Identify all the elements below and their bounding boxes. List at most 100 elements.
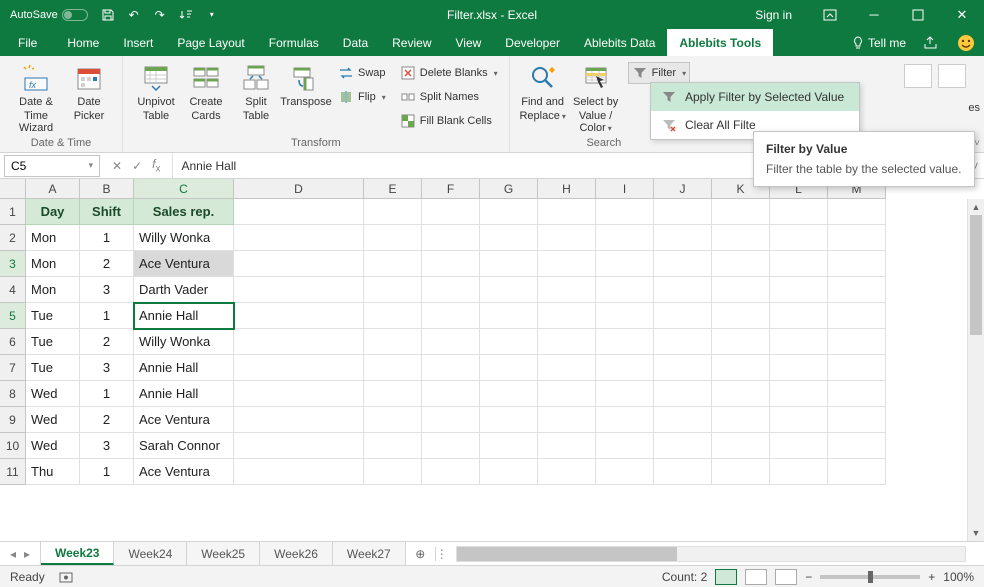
note-button-1[interactable] [904, 64, 932, 88]
cell-H4[interactable] [538, 277, 596, 303]
cell-B3[interactable]: 2 [80, 251, 134, 277]
row-header-6[interactable]: 6 [0, 329, 26, 355]
cell-I1[interactable] [596, 199, 654, 225]
cell-B10[interactable]: 3 [80, 433, 134, 459]
row-header-7[interactable]: 7 [0, 355, 26, 381]
cell-F4[interactable] [422, 277, 480, 303]
undo-icon[interactable]: ↶ [126, 7, 142, 23]
cell-A8[interactable]: Wed [26, 381, 80, 407]
row-header-10[interactable]: 10 [0, 433, 26, 459]
cell-G3[interactable] [480, 251, 538, 277]
cell-I10[interactable] [596, 433, 654, 459]
cell-K11[interactable] [712, 459, 770, 485]
cell-M9[interactable] [828, 407, 886, 433]
cell-K7[interactable] [712, 355, 770, 381]
cell-C7[interactable]: Annie Hall [134, 355, 234, 381]
cell-E2[interactable] [364, 225, 422, 251]
cell-F5[interactable] [422, 303, 480, 329]
cell-M4[interactable] [828, 277, 886, 303]
sheet-tab-week26[interactable]: Week26 [260, 542, 333, 565]
cell-B1[interactable]: Shift [80, 199, 134, 225]
cell-F8[interactable] [422, 381, 480, 407]
cell-I3[interactable] [596, 251, 654, 277]
cell-F3[interactable] [422, 251, 480, 277]
cell-M11[interactable] [828, 459, 886, 485]
zoom-slider[interactable] [820, 575, 920, 579]
sort-icon[interactable] [178, 7, 194, 23]
cell-G10[interactable] [480, 433, 538, 459]
zoom-in-button[interactable]: + [928, 570, 935, 584]
cell-A11[interactable]: Thu [26, 459, 80, 485]
col-header-J[interactable]: J [654, 179, 712, 199]
name-box[interactable]: C5 ▾ [4, 155, 100, 177]
cell-C11[interactable]: Ace Ventura [134, 459, 234, 485]
cell-J1[interactable] [654, 199, 712, 225]
add-sheet-button[interactable]: ⊕ [406, 547, 436, 561]
cell-M5[interactable] [828, 303, 886, 329]
cell-E4[interactable] [364, 277, 422, 303]
cell-J3[interactable] [654, 251, 712, 277]
cell-G6[interactable] [480, 329, 538, 355]
cell-J4[interactable] [654, 277, 712, 303]
sheet-nav[interactable]: ◂ ▸ [0, 547, 40, 561]
note-button-2[interactable] [938, 64, 966, 88]
cell-C10[interactable]: Sarah Connor [134, 433, 234, 459]
cell-F9[interactable] [422, 407, 480, 433]
scroll-up-icon[interactable]: ▲ [968, 199, 984, 215]
cell-K6[interactable] [712, 329, 770, 355]
cell-D8[interactable] [234, 381, 364, 407]
cell-F10[interactable] [422, 433, 480, 459]
cell-I11[interactable] [596, 459, 654, 485]
zoom-level[interactable]: 100% [943, 570, 974, 584]
filter-dropdown-button[interactable]: Filter ▾ [628, 62, 690, 84]
cell-D11[interactable] [234, 459, 364, 485]
create-cards-button[interactable]: Create Cards [181, 60, 231, 132]
cell-I9[interactable] [596, 407, 654, 433]
sheet-tab-week23[interactable]: Week23 [41, 542, 114, 565]
cell-E1[interactable] [364, 199, 422, 225]
cell-D4[interactable] [234, 277, 364, 303]
cell-D3[interactable] [234, 251, 364, 277]
cancel-icon[interactable]: ✕ [112, 159, 122, 173]
cell-C9[interactable]: Ace Ventura [134, 407, 234, 433]
cell-L10[interactable] [770, 433, 828, 459]
select-by-value-button[interactable]: Select by Value / Color▾ [568, 60, 624, 136]
cell-H7[interactable] [538, 355, 596, 381]
row-header-5[interactable]: 5 [0, 303, 26, 329]
cell-E9[interactable] [364, 407, 422, 433]
scroll-thumb[interactable] [970, 215, 982, 335]
cell-I6[interactable] [596, 329, 654, 355]
row-header-3[interactable]: 3 [0, 251, 26, 277]
cell-E5[interactable] [364, 303, 422, 329]
cell-L11[interactable] [770, 459, 828, 485]
macro-record-icon[interactable] [59, 570, 73, 584]
split-table-button[interactable]: Split Table [231, 60, 281, 132]
cell-L7[interactable] [770, 355, 828, 381]
minimize-button[interactable]: ─ [852, 0, 896, 29]
save-icon[interactable] [100, 7, 116, 23]
cell-K2[interactable] [712, 225, 770, 251]
cell-L9[interactable] [770, 407, 828, 433]
scroll-down-icon[interactable]: ▼ [968, 525, 984, 541]
cell-I7[interactable] [596, 355, 654, 381]
close-button[interactable]: ✕ [940, 0, 984, 29]
cell-B2[interactable]: 1 [80, 225, 134, 251]
cell-F6[interactable] [422, 329, 480, 355]
vertical-scrollbar[interactable]: ▲ ▼ [967, 199, 984, 541]
cell-I5[interactable] [596, 303, 654, 329]
signin-link[interactable]: Sign in [755, 8, 792, 22]
cell-C3[interactable]: Ace Ventura [134, 251, 234, 277]
cell-K3[interactable] [712, 251, 770, 277]
row-header-1[interactable]: 1 [0, 199, 26, 225]
cell-K1[interactable] [712, 199, 770, 225]
cell-G9[interactable] [480, 407, 538, 433]
cell-D6[interactable] [234, 329, 364, 355]
sheet-tab-week24[interactable]: Week24 [114, 542, 187, 565]
cell-C8[interactable]: Annie Hall [134, 381, 234, 407]
cell-D5[interactable] [234, 303, 364, 329]
tab-insert[interactable]: Insert [111, 29, 165, 56]
col-header-E[interactable]: E [364, 179, 422, 199]
cell-H8[interactable] [538, 381, 596, 407]
tab-file[interactable]: File [0, 29, 55, 56]
page-break-view-button[interactable] [775, 569, 797, 585]
